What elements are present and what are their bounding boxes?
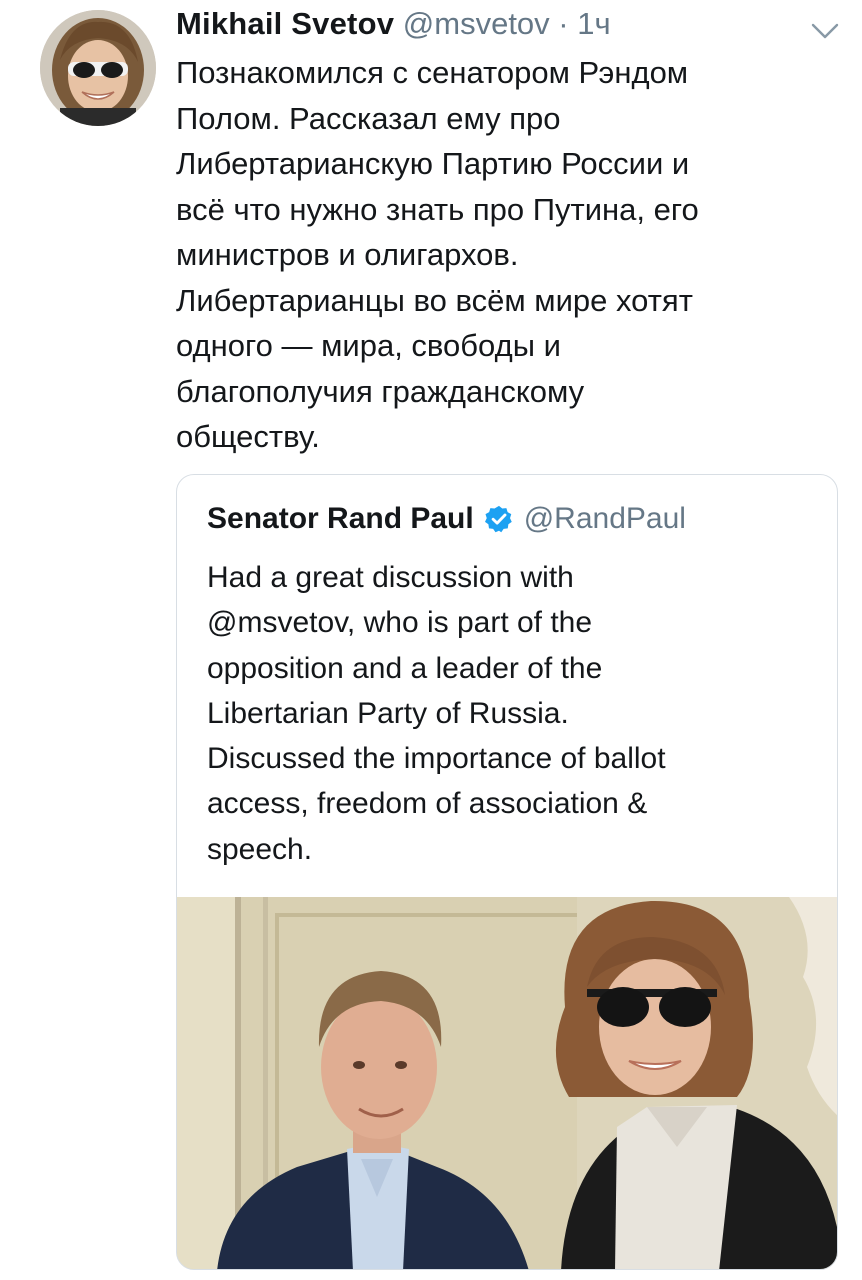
quoted-tweet-card[interactable]: Senator Rand Paul @RandPaul Had a great …	[176, 474, 838, 1270]
author-handle[interactable]: @msvetov	[403, 6, 550, 41]
quoted-author-name: Senator Rand Paul	[207, 502, 474, 535]
verified-badge-icon	[484, 505, 512, 533]
author-avatar[interactable]	[40, 10, 156, 126]
separator-dot: ·	[558, 6, 569, 41]
tweet-header: Mikhail Svetov @msvetov · 1ч	[176, 2, 736, 46]
quoted-tweet-photo[interactable]	[177, 897, 838, 1270]
chevron-down-icon[interactable]	[810, 20, 840, 42]
quoted-tweet-text: Had a great discussion with @msvetov, wh…	[207, 561, 666, 866]
tweet-text: Познакомился с сенатором Рэндом Полом. Р…	[176, 55, 699, 454]
tweet-timestamp[interactable]: 1ч	[577, 6, 610, 41]
author-name[interactable]: Mikhail Svetov	[176, 6, 394, 41]
quoted-tweet-header: Senator Rand Paul @RandPaul	[207, 497, 686, 541]
quoted-author-handle: @RandPaul	[523, 502, 686, 535]
avatar-image	[40, 10, 156, 126]
